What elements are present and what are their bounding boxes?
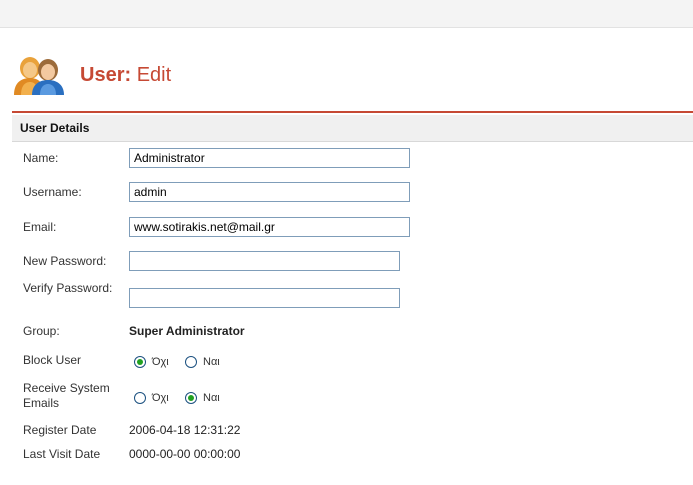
new-password-input[interactable] (129, 251, 400, 271)
receive-emails-yes-radio[interactable] (185, 392, 197, 404)
group-label: Group: (23, 324, 60, 338)
block-user-no-radio[interactable] (134, 356, 146, 368)
section-title: User Details (20, 121, 90, 135)
receive-emails-yes-label: Ναι (203, 392, 220, 404)
register-date-value: 2006-04-18 12:31:22 (129, 423, 241, 437)
top-toolbar-strip (0, 0, 693, 28)
last-visit-label: Last Visit Date (23, 447, 101, 461)
name-input[interactable] (129, 148, 410, 168)
new-password-label: New Password: (23, 254, 107, 268)
receive-emails-label: Receive System Emails (23, 381, 110, 410)
name-label: Name: (23, 151, 59, 165)
register-date-label: Register Date (23, 423, 97, 437)
block-user-label: Block User (23, 353, 82, 367)
title-sub: Edit (136, 64, 172, 86)
username-input[interactable] (129, 182, 410, 202)
verify-password-label: Verify Password: (23, 281, 113, 295)
email-input[interactable] (129, 217, 410, 237)
group-value: Super Administrator (129, 324, 245, 338)
last-visit-value: 0000-00-00 00:00:00 (129, 447, 241, 461)
section-header: User Details (12, 115, 693, 142)
title-main: User: (80, 64, 132, 86)
receive-emails-no-radio[interactable] (134, 392, 146, 404)
receive-emails-no-label: Όχι (152, 392, 169, 404)
block-user-yes-radio[interactable] (185, 356, 197, 368)
block-user-no-label: Όχι (152, 356, 169, 368)
verify-password-input[interactable] (129, 288, 400, 308)
header-divider (12, 111, 693, 113)
username-label: Username: (23, 185, 82, 199)
block-user-yes-label: Ναι (203, 356, 220, 368)
email-label: Email: (23, 220, 57, 234)
users-icon (14, 57, 64, 95)
page-title: User: Edit (80, 64, 171, 87)
